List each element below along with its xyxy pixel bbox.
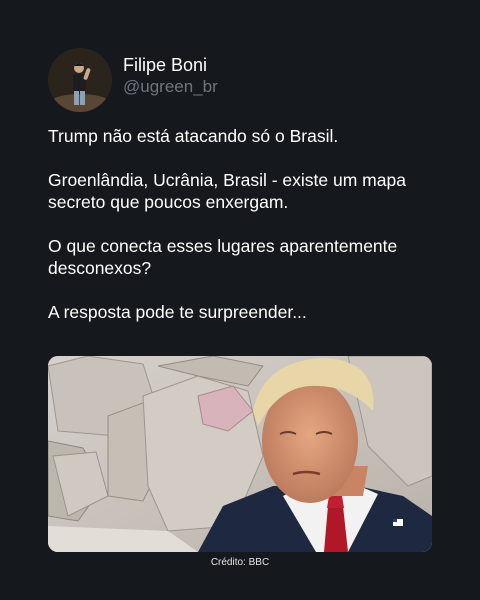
tweet-header: Filipe Boni @ugreen_br [48,48,218,112]
tweet-paragraph: A resposta pode te surpreender... [48,302,307,322]
trump-in-front-of-rocks-photo-icon [48,356,432,552]
tweet-paragraph: O que conecta esses lugares aparentement… [48,236,398,278]
person-on-stage-avatar-icon [48,48,112,112]
display-name[interactable]: Filipe Boni [123,54,218,76]
avatar[interactable] [48,48,112,112]
tweet-text: Trump não está atacando só o Brasil. Gro… [48,125,448,345]
media-credit: Crédito: BBC [210,557,270,568]
user-handle[interactable]: @ugreen_br [123,76,218,97]
tweet-paragraph: Trump não está atacando só o Brasil. [48,126,339,146]
tweet-paragraph: Groenlândia, Ucrânia, Brasil - existe um… [48,170,406,212]
author-names: Filipe Boni @ugreen_br [123,54,218,97]
tweet-media[interactable] [48,356,432,552]
